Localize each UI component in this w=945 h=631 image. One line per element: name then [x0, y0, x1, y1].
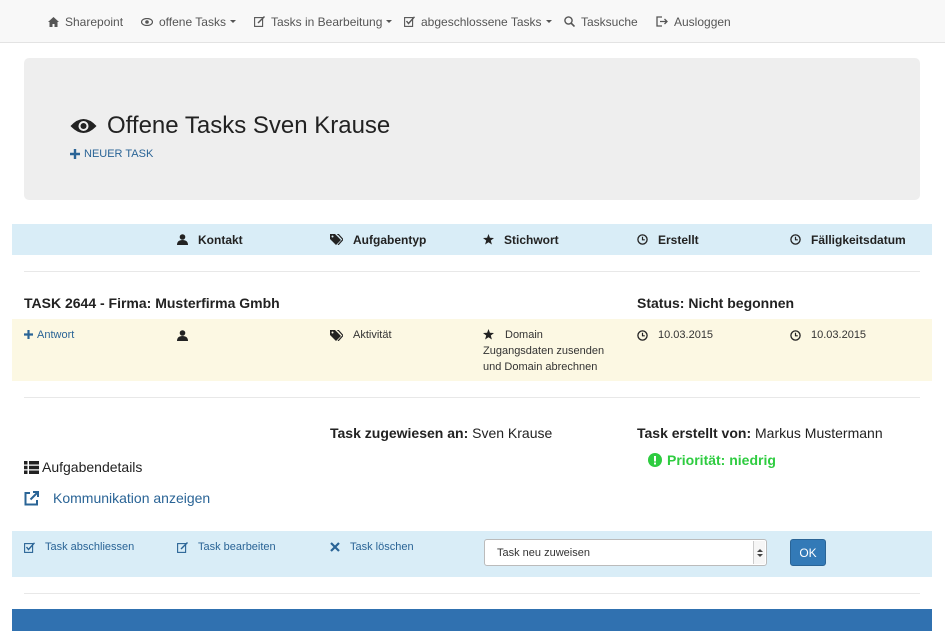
task-type: Aktivität	[330, 327, 392, 343]
external-link-icon	[24, 490, 39, 505]
task-due-date: 10.03.2015	[790, 327, 866, 343]
nav-item-sharepoint[interactable]: Sharepoint	[48, 0, 123, 43]
reassign-task-select[interactable]: Task neu zuweisen	[484, 539, 767, 566]
created-by-label: Task erstellt von:	[637, 425, 752, 441]
priority-text: Priorität: niedrig	[667, 452, 776, 468]
table-row: Antwort Aktivität Domain Zugangsdaten zu…	[12, 319, 932, 381]
column-header-task-type: Aufgabentyp	[330, 224, 426, 255]
column-label: Erstellt	[658, 232, 699, 247]
home-icon	[48, 16, 59, 27]
column-label: Stichwort	[504, 232, 559, 247]
chevron-down-icon	[386, 20, 393, 23]
plus-icon	[70, 149, 80, 159]
logout-icon	[656, 16, 668, 27]
close-icon	[330, 542, 340, 552]
user-icon	[177, 234, 188, 245]
table-header: Kontakt Aufgabentyp Stichwort Erstellt F…	[12, 224, 932, 255]
eye-icon	[141, 17, 153, 26]
nav-item-closed-tasks[interactable]: abgeschlossene Tasks	[404, 0, 552, 43]
column-header-contact: Kontakt	[177, 224, 243, 255]
nav-item-tasks-in-progress[interactable]: Tasks in Bearbeitung	[254, 0, 393, 43]
assigned-label: Task zugewiesen an:	[330, 425, 469, 441]
eye-icon	[70, 119, 97, 133]
check-square-icon	[24, 541, 35, 553]
divider	[24, 397, 920, 398]
new-task-label: NEUER TASK	[84, 148, 154, 160]
list-icon	[24, 460, 39, 474]
page-title: Offene Tasks Sven Krause	[70, 112, 390, 140]
close-task-label: Task abschliessen	[45, 541, 135, 553]
column-header-keyword: Stichwort	[483, 224, 559, 255]
tags-icon	[330, 330, 343, 341]
task-details-heading: Aufgabendetails	[24, 459, 142, 475]
nav-label: offene Tasks	[159, 14, 226, 29]
clock-icon	[790, 234, 801, 245]
next-task-header-bar	[12, 609, 932, 631]
column-label: Aufgabentyp	[353, 232, 427, 247]
chevron-down-icon	[545, 20, 552, 23]
edit-icon	[177, 541, 188, 553]
exclamation-circle-icon	[648, 453, 662, 467]
star-icon	[483, 329, 494, 340]
nav-label: abgeschlossene Tasks	[421, 14, 542, 29]
delete-task-label: Task löschen	[350, 541, 414, 553]
show-communication-link[interactable]: Kommunikation anzeigen	[24, 490, 210, 506]
divider	[24, 593, 920, 594]
tags-icon	[330, 234, 343, 245]
nav-item-task-search[interactable]: Tasksuche	[564, 0, 638, 43]
column-header-due-date: Fälligkeitsdatum	[790, 224, 906, 255]
top-navbar: Sharepoint offene Tasks Tasks in Bearbei…	[0, 0, 945, 43]
clock-icon	[637, 234, 648, 245]
task-title: TASK 2644 - Firma: Musterfirma Gmbh	[24, 295, 280, 311]
task-status: Status: Nicht begonnen	[637, 295, 795, 311]
created-date-text: 10.03.2015	[658, 329, 714, 341]
nav-label: Tasks in Bearbeitung	[271, 14, 383, 29]
keyword-line: und Domain abrechnen	[483, 361, 598, 373]
keyword-line: Zugangsdaten zusenden	[483, 345, 605, 357]
task-type-text: Aktivität	[353, 329, 392, 341]
column-label: Kontakt	[198, 232, 243, 247]
clock-icon	[790, 330, 801, 341]
plus-icon	[24, 330, 33, 339]
answer-link[interactable]: Antwort	[24, 327, 74, 343]
search-icon	[564, 16, 575, 27]
task-created-date: 10.03.2015	[637, 327, 713, 343]
nav-label: Tasksuche	[581, 14, 638, 29]
delete-task-button[interactable]: Task löschen	[330, 541, 414, 553]
communication-label: Kommunikation anzeigen	[53, 490, 211, 506]
task-assigned-to: Task zugewiesen an: Sven Krause	[330, 425, 552, 441]
page-title-text: Offene Tasks Sven Krause	[107, 112, 391, 139]
edit-icon	[254, 16, 265, 27]
column-label: Fälligkeitsdatum	[811, 232, 906, 247]
ok-button[interactable]: OK	[790, 539, 826, 566]
task-contact	[177, 327, 198, 341]
details-label: Aufgabendetails	[42, 459, 143, 475]
column-header-created: Erstellt	[637, 224, 699, 255]
user-icon	[177, 330, 188, 341]
nav-label: Sharepoint	[65, 14, 124, 29]
chevron-down-icon	[229, 20, 236, 23]
priority-badge: Priorität: niedrig	[648, 452, 776, 468]
due-date-text: 10.03.2015	[811, 329, 867, 341]
reassign-selected-value: Task neu zuweisen	[497, 546, 590, 559]
nav-item-logout[interactable]: Ausloggen	[656, 0, 731, 43]
close-task-button[interactable]: Task abschliessen	[24, 541, 134, 553]
clock-icon	[637, 330, 648, 341]
task-actions-bar: Task abschliessen Task bearbeiten Task l…	[12, 531, 932, 577]
divider	[24, 271, 920, 272]
assigned-value: Sven Krause	[472, 425, 553, 441]
nav-item-open-tasks[interactable]: offene Tasks	[141, 0, 236, 43]
check-square-icon	[404, 16, 415, 27]
keyword-line: Domain	[505, 329, 543, 341]
created-by-value: Markus Mustermann	[755, 425, 883, 441]
edit-task-label: Task bearbeiten	[198, 541, 276, 553]
answer-label: Antwort	[37, 329, 75, 341]
nav-label: Ausloggen	[674, 14, 731, 29]
select-arrows-icon	[753, 541, 765, 564]
edit-task-button[interactable]: Task bearbeiten	[177, 541, 276, 553]
star-icon	[483, 234, 494, 245]
task-keyword: Domain Zugangsdaten zusenden und Domain …	[483, 327, 623, 375]
task-created-by: Task erstellt von: Markus Mustermann	[637, 425, 883, 441]
new-task-link[interactable]: NEUER TASK	[70, 148, 153, 160]
